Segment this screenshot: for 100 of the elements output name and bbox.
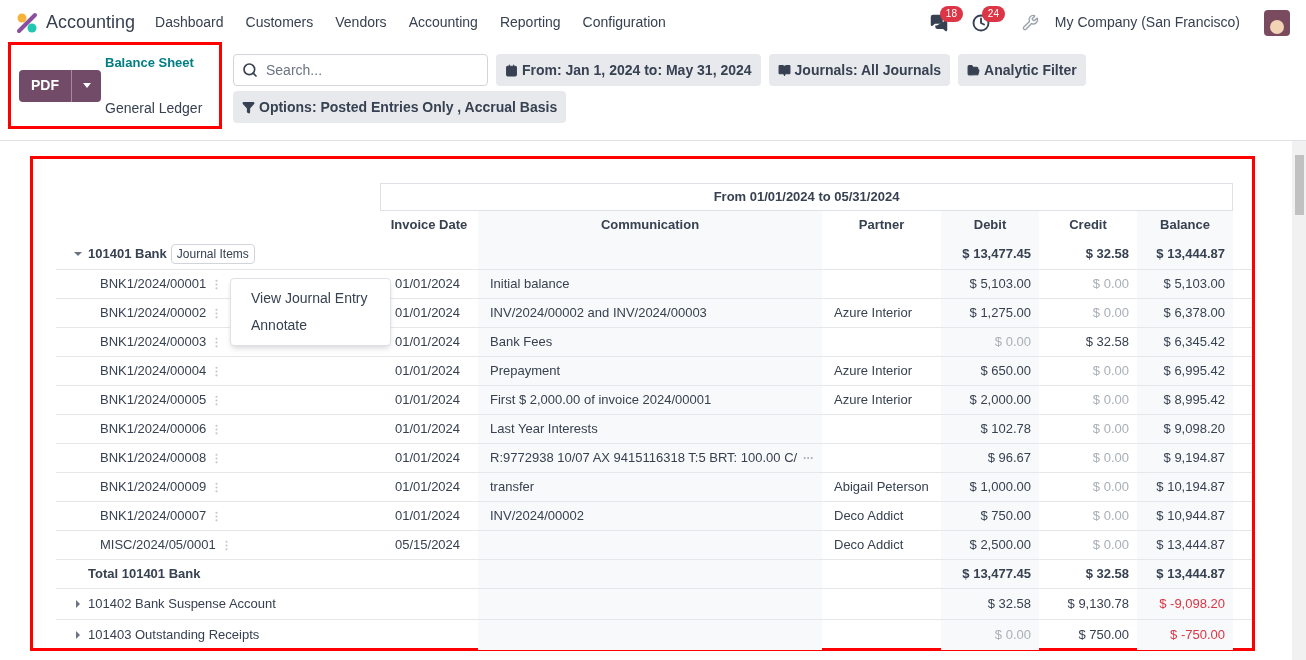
- messages-icon[interactable]: [929, 13, 948, 32]
- amount: $ 6,995.42: [1163, 362, 1225, 381]
- partner: Deco Addict: [834, 507, 904, 526]
- amount: $ 1,000.00: [969, 478, 1031, 497]
- pdf-button[interactable]: PDF: [19, 69, 71, 102]
- breadcrumb[interactable]: Balance Sheet: [105, 52, 203, 72]
- amount: $ 13,444.87: [1156, 536, 1225, 555]
- account-name[interactable]: BNK1/2024/00002: [100, 303, 207, 323]
- communication: INV/2024/00002: [490, 507, 584, 526]
- amount: $ 0.00: [994, 626, 1031, 645]
- amount: $ 32.58: [987, 595, 1031, 614]
- menu-item[interactable]: Dashboard: [155, 12, 224, 33]
- caret-right-icon[interactable]: [74, 600, 82, 608]
- amount: $ 0.00: [1092, 449, 1129, 468]
- book-icon: [777, 63, 791, 77]
- pdf-dropdown-button[interactable]: [71, 69, 101, 102]
- account-name[interactable]: BNK1/2024/00009: [100, 477, 207, 497]
- amount: $ 13,444.87: [1156, 245, 1225, 264]
- column-header: Partner: [858, 216, 905, 235]
- caret-down-icon[interactable]: [74, 250, 82, 258]
- context-menu-item[interactable]: View Journal Entry: [231, 285, 390, 312]
- account-name[interactable]: BNK1/2024/00001: [100, 274, 207, 294]
- breadcrumb[interactable]: General Ledger: [105, 97, 203, 119]
- menu-item[interactable]: Customers: [245, 12, 314, 33]
- amount: $ 32.58: [1085, 333, 1129, 352]
- period-header: From 01/01/2024 to 05/31/2024: [380, 183, 1233, 211]
- account-name[interactable]: BNK1/2024/00004: [100, 361, 207, 381]
- account-name[interactable]: BNK1/2024/00005: [100, 390, 207, 410]
- communication: First $ 2,000.00 of invoice 2024/00001: [490, 391, 712, 410]
- app-logo-icon[interactable]: [16, 11, 38, 34]
- filter-button[interactable]: Journals: All Journals: [768, 54, 951, 86]
- amount: $ 32.58: [1085, 245, 1129, 264]
- amount: $ 750.00: [980, 507, 1031, 526]
- clock-icon[interactable]: [971, 13, 990, 32]
- search-field[interactable]: Search...: [233, 54, 488, 86]
- amount: $ 1,275.00: [969, 304, 1031, 323]
- column-header: Balance: [1160, 216, 1210, 235]
- caret-icon: [82, 83, 91, 88]
- amount: $ 96.67: [987, 449, 1031, 468]
- amount: $ 10,944.87: [1156, 507, 1225, 526]
- column-header: Debit: [973, 216, 1007, 235]
- account-name[interactable]: 101401 Bank: [88, 244, 167, 264]
- invoice-date: 01/01/2024: [395, 391, 461, 410]
- account-name[interactable]: BNK1/2024/00003: [100, 332, 207, 352]
- account-name: Total 101401 Bank: [88, 565, 201, 584]
- journal-items-badge[interactable]: Journal Items: [170, 244, 255, 264]
- invoice-date: 01/01/2024: [395, 449, 461, 468]
- amount: $ 9,194.87: [1163, 449, 1225, 468]
- amount: $ 9,130.78: [1067, 595, 1129, 614]
- account-name[interactable]: BNK1/2024/00008: [100, 448, 207, 468]
- column-header: Communication: [600, 216, 700, 235]
- app-title[interactable]: Accounting: [46, 9, 136, 36]
- filter-button[interactable]: From: Jan 1, 2024 to: May 31, 2024: [496, 54, 761, 86]
- communication: Initial balance: [490, 275, 570, 294]
- communication: transfer: [490, 478, 535, 497]
- amount: $ 2,000.00: [969, 391, 1031, 410]
- search-icon: [242, 62, 258, 78]
- menu-item[interactable]: Accounting: [408, 12, 478, 33]
- amount: $ 0.00: [1092, 478, 1129, 497]
- amount: $ -750.00: [1170, 626, 1225, 645]
- column-header: Credit: [1069, 216, 1107, 235]
- avatar[interactable]: [1264, 9, 1290, 36]
- amount: $ 0.00: [1092, 507, 1129, 526]
- account-name[interactable]: 101403 Outstanding Receipts: [88, 625, 260, 645]
- invoice-date: 01/01/2024: [395, 333, 461, 352]
- menu-item[interactable]: Reporting: [499, 12, 561, 33]
- column-header: Invoice Date: [390, 216, 468, 235]
- tools-icon[interactable]: [1021, 14, 1039, 31]
- communication: Last Year Interests: [490, 420, 598, 439]
- scrollbar[interactable]: [1292, 141, 1306, 660]
- amount: $ 13,477.45: [962, 245, 1031, 264]
- invoice-date: 01/01/2024: [395, 478, 461, 497]
- filter-button[interactable]: Options: Posted Entries Only , Accrual Basis: [233, 91, 567, 123]
- amount: $ 6,378.00: [1163, 304, 1225, 323]
- amount: $ 9,098.20: [1163, 420, 1225, 439]
- menu-item[interactable]: Vendors: [335, 12, 387, 33]
- amount: $ 10,194.87: [1156, 478, 1225, 497]
- caret-right-icon[interactable]: [74, 631, 82, 639]
- amount: $ 0.00: [1092, 275, 1129, 294]
- account-name[interactable]: BNK1/2024/00007: [100, 506, 207, 526]
- filter-button[interactable]: Analytic Filter: [958, 54, 1086, 86]
- amount: $ 0.00: [994, 333, 1031, 352]
- communication: INV/2024/00002 and INV/2024/00003: [490, 304, 707, 323]
- amount: $ -9,098.20: [1159, 595, 1225, 614]
- menu-item[interactable]: Configuration: [582, 12, 666, 33]
- messages-badge: 18: [939, 5, 963, 22]
- filter-icon: [242, 100, 255, 114]
- invoice-date: 01/01/2024: [395, 275, 461, 294]
- amount: $ 0.00: [1092, 362, 1129, 381]
- account-name[interactable]: MISC/2024/05/0001: [100, 535, 216, 555]
- amount: $ 2,500.00: [969, 536, 1031, 555]
- account-name[interactable]: BNK1/2024/00006: [100, 419, 207, 439]
- communication: Prepayment: [490, 362, 561, 381]
- calendar-icon: [505, 63, 518, 77]
- amount: $ 650.00: [980, 362, 1031, 381]
- amount: $ 32.58: [1085, 565, 1129, 584]
- company-name[interactable]: My Company (San Francisco): [1054, 12, 1240, 33]
- context-menu-item[interactable]: Annotate: [231, 312, 390, 339]
- partner: Deco Addict: [834, 536, 904, 555]
- account-name[interactable]: 101402 Bank Suspense Account: [88, 594, 276, 614]
